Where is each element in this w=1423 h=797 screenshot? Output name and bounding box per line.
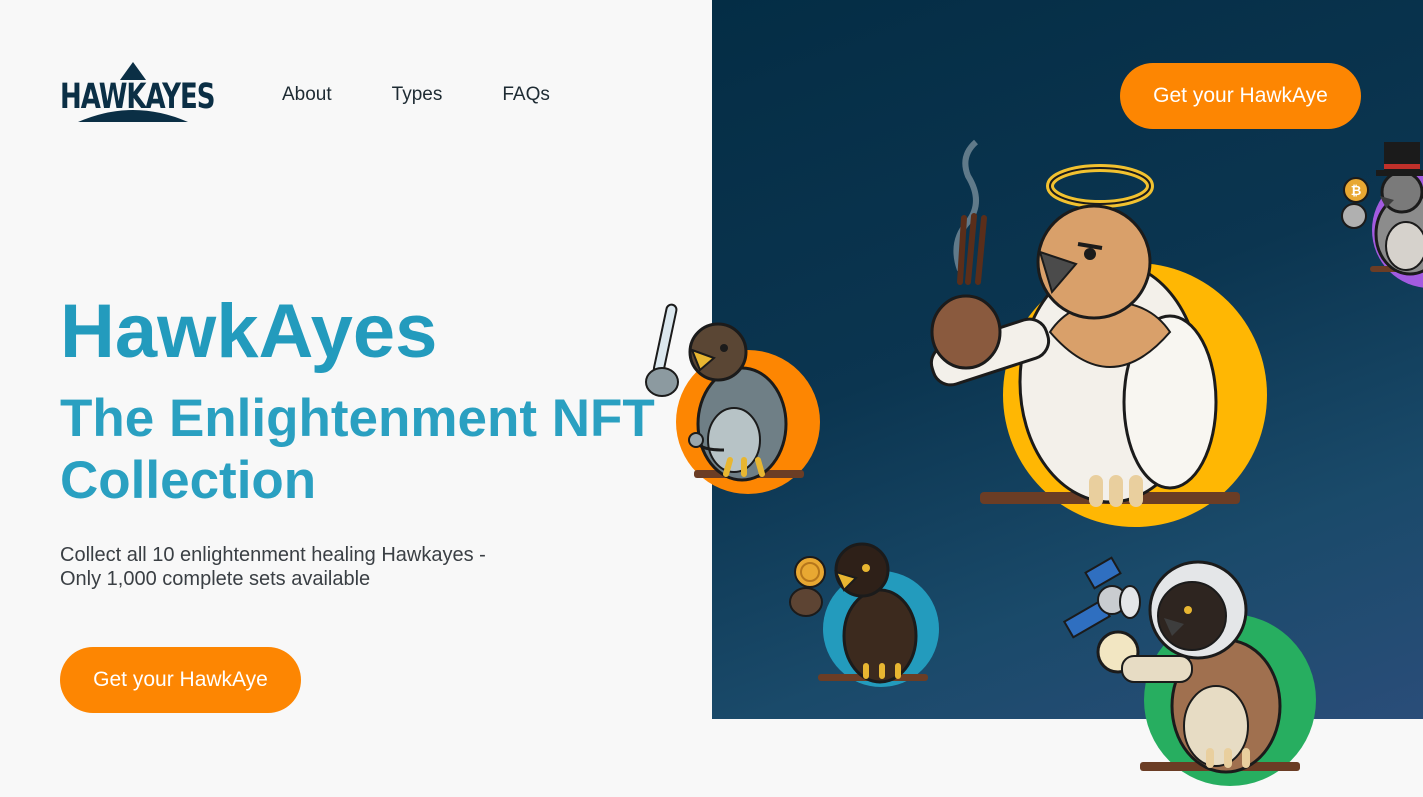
bitcoin-icon: ₿ [1343, 177, 1369, 203]
tophat-hawk-character: ₿ [1340, 138, 1423, 288]
hero-get-hawkaye-button[interactable]: Get your HawkAye [60, 647, 301, 713]
nav-faqs[interactable]: FAQs [502, 84, 550, 106]
satellite-icon [1062, 556, 1141, 639]
hero-description-line-1: Collect all 10 enlightenment healing Haw… [60, 544, 486, 566]
crypto-hawk-character [788, 536, 944, 692]
hero-description-line-2: Only 1,000 complete sets available [60, 568, 371, 590]
logo-wordmark: HAWKAYES [60, 76, 216, 118]
astronaut-hawk-character [1060, 556, 1320, 792]
svg-text:₿: ₿ [1351, 184, 1362, 199]
nav-types[interactable]: Types [392, 84, 443, 106]
landing-page: HAWKAYES About Types FAQs Get your HawkA… [0, 0, 1423, 797]
hero-description: Collect all 10 enlightenment healing Haw… [60, 543, 540, 591]
header-get-hawkaye-button[interactable]: Get your HawkAye [1120, 63, 1361, 129]
hero-subtitle: The Enlightenment NFT Collection [60, 389, 655, 510]
coin-icon [794, 556, 826, 588]
nav-about[interactable]: About [282, 84, 332, 106]
halo-icon [1046, 164, 1154, 208]
hero-title: HawkAyes [60, 289, 438, 374]
doctor-hawk-character [634, 300, 824, 496]
angel-hawk-character [920, 132, 1280, 532]
brand-logo[interactable]: HAWKAYES [60, 60, 216, 124]
main-nav: About Types FAQs [282, 84, 610, 106]
